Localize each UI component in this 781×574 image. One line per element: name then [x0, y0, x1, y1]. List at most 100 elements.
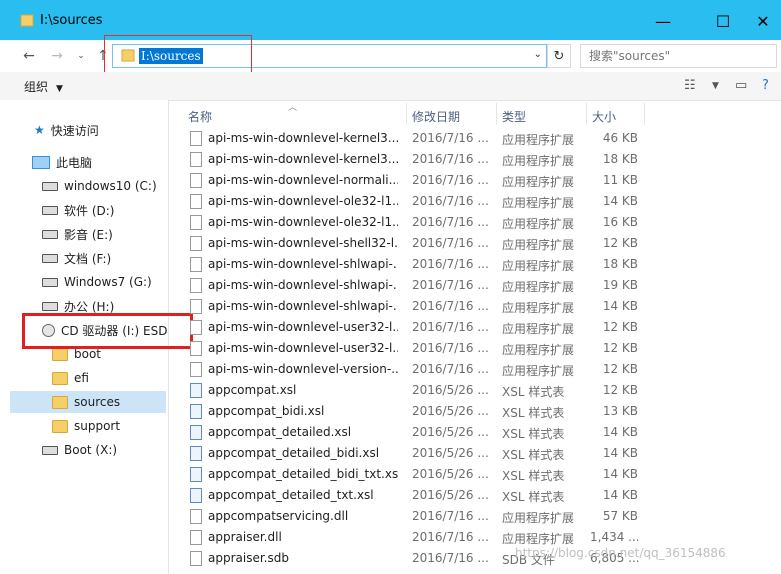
file-name: api-ms-win-downlevel-user32-l... — [208, 320, 398, 334]
file-name: appcompat_detailed_bidi.xsl — [208, 446, 380, 460]
file-row[interactable]: appcompatservicing.dll 2016/7/16 ... 应用程序扩… — [170, 506, 781, 527]
file-type-icon — [190, 236, 202, 251]
file-date: 2016/5/26 ... — [412, 404, 489, 418]
search-box[interactable] — [580, 44, 777, 68]
file-row[interactable]: api-ms-win-downlevel-shlwapi-... 2016/7/1… — [170, 296, 781, 317]
file-name: appcompat_detailed.xsl — [208, 425, 352, 439]
file-size: 57 KB — [602, 509, 638, 523]
file-type: 应用程序扩展 — [502, 196, 575, 210]
dropdown-arrow-icon[interactable]: ▼ — [712, 81, 719, 91]
file-type: 应用程序扩展 — [502, 133, 575, 147]
file-row[interactable]: api-ms-win-downlevel-ole32-l1... 2016/7/1… — [170, 191, 781, 212]
preview-pane-icon[interactable]: ▭ — [735, 78, 747, 93]
file-row[interactable]: api-ms-win-downlevel-shell32-l... 2016/7/… — [170, 233, 781, 254]
file-date: 2016/7/16 ... — [412, 362, 489, 376]
search-input[interactable] — [587, 47, 771, 65]
file-row[interactable]: api-ms-win-downlevel-user32-l... 2016/7/1… — [170, 338, 781, 359]
organize-button[interactable]: 组织 ▼ — [24, 78, 63, 95]
file-row[interactable]: appcompat_detailed_bidi_txt.xsl 2016/5/26… — [170, 464, 781, 485]
column-header-type[interactable]: 类型 — [502, 108, 526, 125]
file-name: appcompat_detailed_bidi_txt.xsl — [208, 467, 398, 481]
file-name: api-ms-win-downlevel-shlwapi-... — [208, 278, 398, 292]
nav-folder-sources[interactable]: sources — [10, 391, 166, 413]
column-divider[interactable] — [406, 103, 407, 125]
file-row[interactable]: api-ms-win-downlevel-version-... 2016/7/1… — [170, 359, 781, 380]
file-type: 应用程序扩展 — [502, 322, 575, 336]
file-size: 12 KB — [602, 320, 638, 334]
nav-folder-support[interactable]: support — [52, 415, 166, 437]
file-date: 2016/7/16 ... — [412, 509, 489, 523]
file-type-icon — [190, 299, 202, 314]
back-arrow-icon[interactable]: ← — [18, 46, 40, 66]
file-size: 12 KB — [602, 362, 638, 376]
file-name: appcompat.xsl — [208, 383, 297, 397]
file-date: 2016/7/16 ... — [412, 278, 489, 292]
refresh-icon[interactable]: ↻ — [547, 44, 571, 68]
chevron-down-icon[interactable]: ⌄ — [534, 49, 542, 60]
window-title: I:\sources — [40, 13, 103, 28]
file-date: 2016/5/26 ... — [412, 383, 489, 397]
title-bar[interactable]: I:\sources — ☐ ✕ — [0, 0, 781, 40]
file-type: XSL 样式表 — [502, 448, 565, 462]
file-type: XSL 样式表 — [502, 406, 565, 420]
file-type: 应用程序扩展 — [502, 343, 575, 357]
nav-label: boot — [74, 347, 102, 361]
file-row[interactable]: api-ms-win-downlevel-user32-l... 2016/7/1… — [170, 317, 781, 338]
file-row[interactable]: api-ms-win-downlevel-shlwapi-... 2016/7/1… — [170, 254, 781, 275]
help-icon[interactable]: ? — [762, 78, 769, 93]
column-header-name[interactable]: 名称 — [188, 108, 212, 125]
column-header-size[interactable]: 大小 — [592, 108, 616, 125]
column-divider[interactable] — [644, 103, 645, 125]
file-row[interactable]: api-ms-win-downlevel-shlwapi-... 2016/7/1… — [170, 275, 781, 296]
sort-ascending-icon: ︿ — [288, 103, 298, 113]
view-options-icon[interactable]: ☷ — [684, 78, 696, 93]
column-divider[interactable] — [496, 103, 497, 125]
column-header-date[interactable]: 修改日期 — [412, 108, 460, 125]
file-type-icon — [190, 152, 202, 167]
highlight-box — [22, 313, 193, 349]
close-button[interactable]: ✕ — [740, 6, 781, 36]
file-name: appcompat_detailed_txt.xsl — [208, 488, 374, 502]
file-type: 应用程序扩展 — [502, 259, 575, 273]
file-date: 2016/7/16 ... — [412, 257, 489, 271]
file-row[interactable]: api-ms-win-downlevel-kernel3... 2016/7/16… — [170, 149, 781, 170]
dropdown-arrow-icon: ▼ — [56, 84, 63, 94]
file-row[interactable]: api-ms-win-downlevel-normali... 2016/7/16… — [170, 170, 781, 191]
file-size: 12 KB — [602, 236, 638, 250]
file-type: 应用程序扩展 — [502, 511, 575, 525]
file-size: 14 KB — [602, 194, 638, 208]
file-row[interactable]: appcompat_detailed_txt.xsl 2016/5/26 ... X… — [170, 485, 781, 506]
file-date: 2016/7/16 ... — [412, 299, 489, 313]
file-row[interactable]: appraiser.dll 2016/7/16 ... 应用程序扩展 1,434 ..… — [170, 527, 781, 548]
star-icon: ★ — [34, 123, 45, 137]
file-row[interactable]: appcompat_bidi.xsl 2016/5/26 ... XSL 样式表 13… — [170, 401, 781, 422]
command-bar: 组织 ▼ ☷ ▼ ▭ ? — [0, 72, 781, 101]
file-size: 1,434 ... — [590, 530, 638, 544]
column-divider[interactable] — [586, 103, 587, 125]
file-row[interactable]: appcompat.xsl 2016/5/26 ... XSL 样式表 12 KB — [170, 380, 781, 401]
file-row[interactable]: appcompat_detailed.xsl 2016/5/26 ... XSL 样… — [170, 422, 781, 443]
nav-this-pc[interactable]: 此电脑 — [32, 151, 188, 173]
minimize-button[interactable]: — — [640, 6, 686, 36]
file-row[interactable]: appcompat_detailed_bidi.xsl 2016/5/26 ...… — [170, 443, 781, 464]
recent-dropdown-icon[interactable]: ⌄ — [70, 46, 92, 66]
nav-quick-access[interactable]: ★ 快速访问 — [34, 119, 190, 141]
file-row[interactable]: api-ms-win-downlevel-kernel3... 2016/7/16… — [170, 128, 781, 149]
nav-folder-efi[interactable]: efi — [52, 367, 166, 389]
file-row[interactable]: api-ms-win-downlevel-ole32-l1... 2016/7/1… — [170, 212, 781, 233]
file-type-icon — [190, 404, 202, 419]
forward-arrow-icon[interactable]: → — [46, 46, 68, 66]
computer-icon — [32, 155, 50, 169]
folder-icon — [52, 395, 68, 409]
folder-icon — [20, 13, 34, 30]
file-size: 12 KB — [602, 383, 638, 397]
file-type-icon — [190, 551, 202, 566]
file-size: 14 KB — [602, 299, 638, 313]
file-type-icon — [190, 488, 202, 503]
file-name: api-ms-win-downlevel-version-... — [208, 362, 398, 376]
file-size: 14 KB — [602, 446, 638, 460]
drive-icon — [42, 301, 58, 311]
nav-label: windows10 (C:) — [64, 179, 157, 193]
drive-icon — [42, 445, 58, 455]
file-type: 应用程序扩展 — [502, 301, 575, 315]
